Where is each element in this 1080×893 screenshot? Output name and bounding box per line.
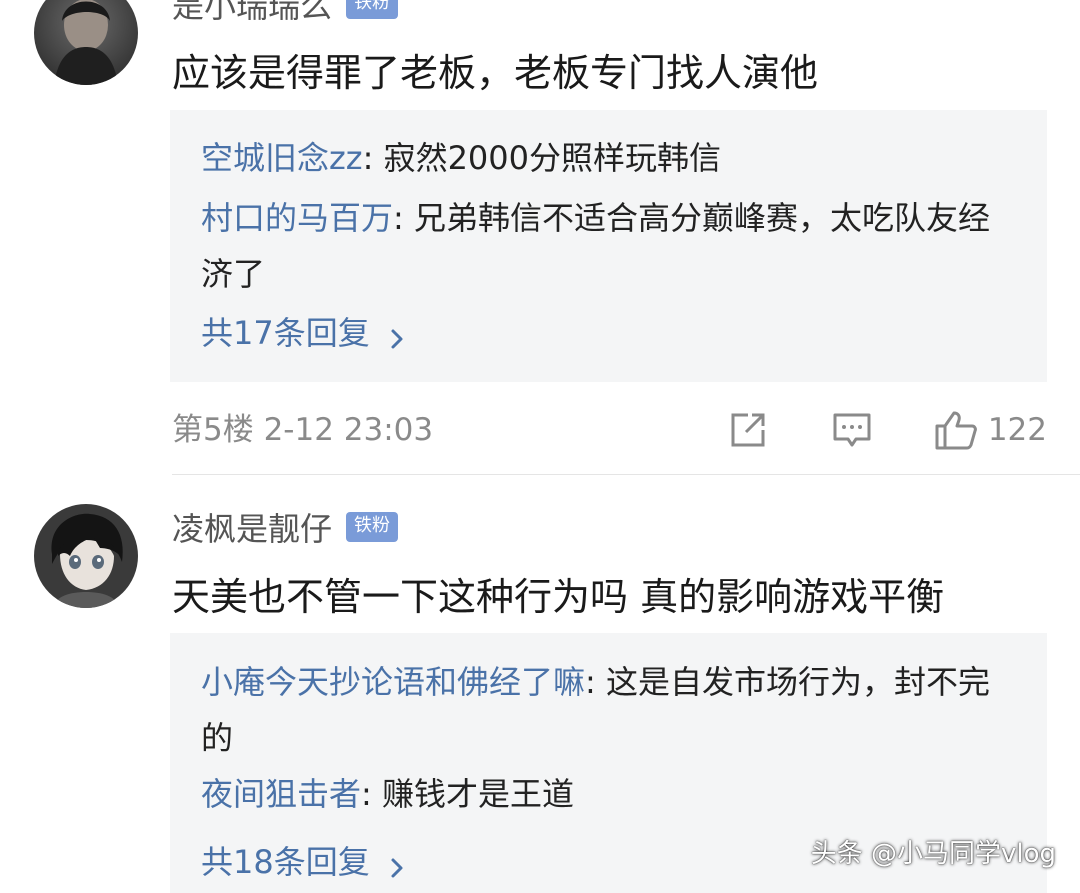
reply-text: 寂然2000分照样玩韩信 — [383, 139, 722, 177]
username-row: 凌枫是靓仔 铁粉 — [172, 504, 399, 550]
reply-item[interactable]: 小庵今天抄论语和佛经了嘛: 这是自发市场行为，封不完的 — [201, 654, 1021, 766]
fan-badge: 铁粉 — [346, 512, 399, 542]
username[interactable]: 是小瑞瑞么 — [172, 0, 332, 27]
comment-icon[interactable] — [832, 410, 872, 450]
more-replies-label: 共17条回复 — [201, 314, 370, 352]
reply-separator: : — [585, 663, 606, 701]
reply-separator: : — [393, 199, 414, 237]
reply-item[interactable]: 夜间狙击者: 赚钱才是王道 — [201, 766, 1021, 822]
reply-box[interactable]: 空城旧念zz: 寂然2000分照样玩韩信 村口的马百万: 兄弟韩信不适合高分巅峰… — [170, 110, 1047, 382]
username[interactable]: 凌枫是靓仔 — [172, 504, 332, 550]
reply-text: 赚钱才是王道 — [381, 775, 574, 813]
reply-username[interactable]: 空城旧念zz — [201, 139, 363, 177]
username-row: 是小瑞瑞么 铁粉 — [172, 0, 399, 27]
avatar[interactable] — [34, 0, 138, 85]
more-replies-link[interactable]: 共18条回复 — [201, 837, 408, 883]
reply-username[interactable]: 夜间狙击者 — [201, 775, 361, 813]
comment-text: 天美也不管一下这种行为吗 真的影响游戏平衡 — [172, 575, 945, 619]
reply-item[interactable]: 村口的马百万: 兄弟韩信不适合高分巅峰赛，太吃队友经济了 — [201, 190, 1021, 302]
avatar[interactable] — [34, 504, 138, 608]
reply-username[interactable]: 小庵今天抄论语和佛经了嘛 — [201, 663, 585, 701]
floor-and-time: 第5楼 2-12 23:03 — [172, 412, 434, 448]
share-icon[interactable] — [728, 410, 768, 450]
more-replies-link[interactable]: 共17条回复 — [201, 308, 408, 354]
divider — [172, 474, 1080, 475]
comment-text: 应该是得罪了老板，老板专门找人演他 — [172, 51, 819, 95]
thumbs-up-icon[interactable] — [934, 410, 978, 450]
more-replies-label: 共18条回复 — [201, 843, 370, 881]
reply-separator: : — [362, 139, 384, 177]
reply-username[interactable]: 村口的马百万 — [201, 199, 393, 237]
chevron-right-icon — [386, 849, 408, 878]
reply-item[interactable]: 空城旧念zz: 寂然2000分照样玩韩信 — [201, 130, 1021, 186]
comment-meta-row: 第5楼 2-12 23:03 122 — [172, 408, 1047, 452]
reply-separator: : — [361, 775, 382, 813]
watermark: 头条 @小马同学vlog — [810, 839, 1056, 869]
chevron-right-icon — [386, 320, 408, 349]
fan-badge: 铁粉 — [346, 0, 399, 19]
like-count: 122 — [987, 412, 1047, 448]
